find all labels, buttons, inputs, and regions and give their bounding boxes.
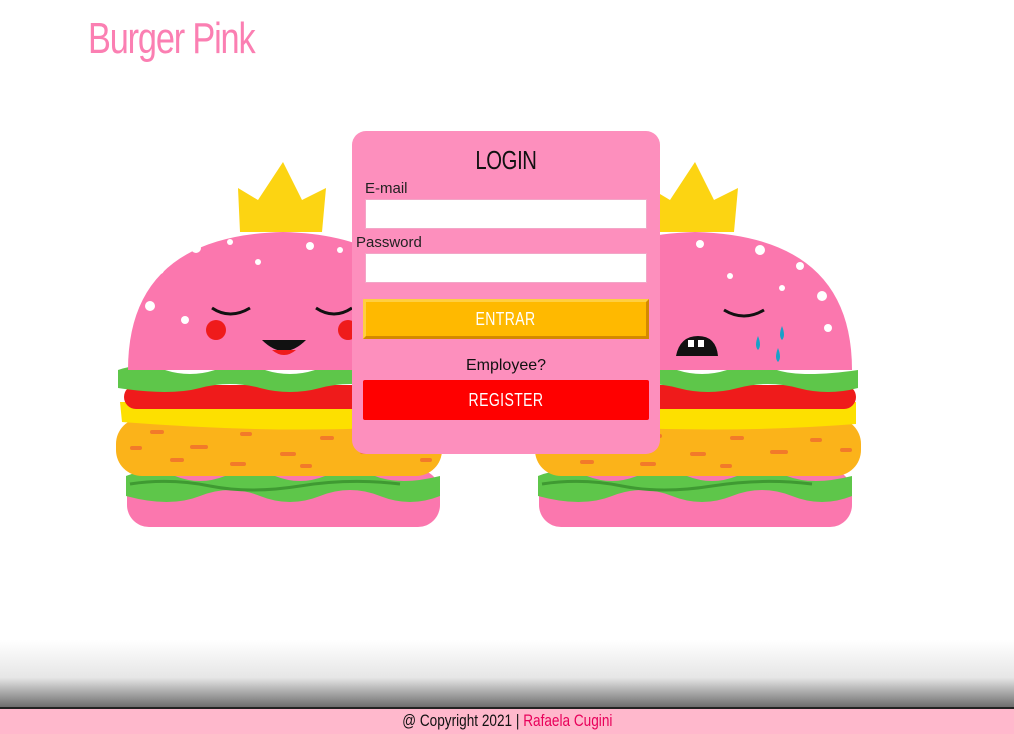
login-card: LOGIN E-mail Password ENTRAR Employee? R… bbox=[352, 131, 660, 454]
copyright-text: @ Copyright 2021 | bbox=[401, 711, 520, 730]
entrar-button-label: ENTRAR bbox=[475, 308, 537, 329]
password-field[interactable] bbox=[365, 253, 647, 283]
email-label: E-mail bbox=[365, 180, 408, 197]
employee-prompt: Employee? bbox=[465, 357, 547, 374]
password-label: Password bbox=[356, 234, 422, 251]
login-title: LOGIN bbox=[475, 145, 537, 175]
register-button[interactable]: REGISTER bbox=[363, 380, 649, 420]
author-link[interactable]: Rafaela Cugini bbox=[523, 711, 612, 730]
email-field[interactable] bbox=[365, 199, 647, 229]
register-button-label: REGISTER bbox=[468, 389, 544, 410]
footer-shadow bbox=[0, 640, 1014, 708]
footer: @ Copyright 2021 | Rafaela Cugini bbox=[0, 707, 1014, 734]
entrar-button[interactable]: ENTRAR bbox=[363, 299, 649, 339]
